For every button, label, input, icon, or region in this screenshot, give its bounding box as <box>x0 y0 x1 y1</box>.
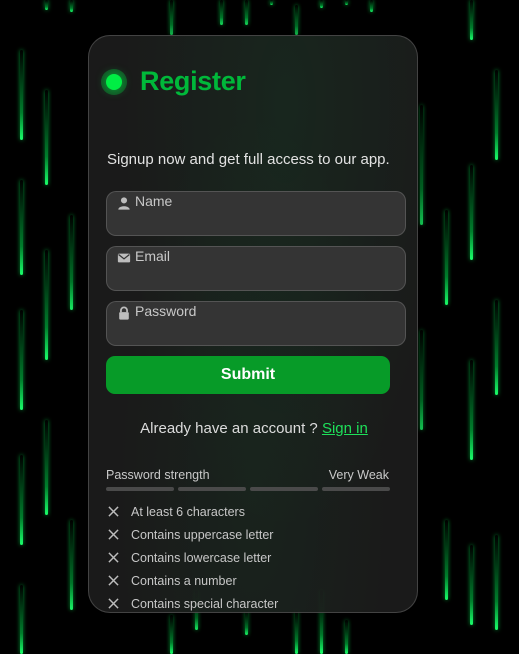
page-title: Register <box>140 66 246 96</box>
lock-icon <box>119 306 129 320</box>
register-card: Register Signup now and get full access … <box>88 35 418 613</box>
rain-streak <box>170 615 173 654</box>
signin-row: Already have an account ? Sign in <box>89 420 417 437</box>
email-field[interactable]: Email <box>106 246 406 291</box>
signin-prompt: Already have an account ? <box>140 420 318 437</box>
name-field[interactable]: Name <box>106 191 406 236</box>
password-input[interactable] <box>117 322 395 344</box>
rain-streak <box>495 535 498 630</box>
password-criteria-list: At least 6 characters Contains uppercase… <box>108 500 398 612</box>
criterion-label: Contains lowercase letter <box>131 550 272 565</box>
rain-streak <box>20 180 23 275</box>
criterion-item: Contains lowercase letter <box>108 546 398 569</box>
status-dot-icon <box>106 73 122 90</box>
rain-streak <box>245 0 248 25</box>
rain-streak <box>45 420 48 515</box>
criterion-label: At least 6 characters <box>131 504 245 519</box>
password-strength-meter <box>106 487 390 491</box>
rain-streak <box>470 0 473 40</box>
x-icon <box>108 529 119 540</box>
rain-streak <box>445 210 448 305</box>
criterion-item: Contains special character <box>108 592 398 612</box>
email-input[interactable] <box>117 267 395 289</box>
password-strength-value: Very Weak <box>328 468 389 482</box>
password-field[interactable]: Password <box>106 301 406 346</box>
rain-streak <box>70 215 73 310</box>
strength-segment-4 <box>322 487 390 491</box>
rain-streak <box>470 165 473 260</box>
name-field-label: Name <box>135 193 173 209</box>
password-field-label: Password <box>135 303 197 319</box>
rain-streak <box>70 520 73 610</box>
signin-link[interactable]: Sign in <box>322 420 368 437</box>
rain-streak <box>45 90 48 185</box>
rain-streak <box>20 310 23 410</box>
rain-streak <box>470 545 473 625</box>
rain-streak <box>495 70 498 160</box>
criterion-label: Contains special character <box>131 596 279 611</box>
rain-streak <box>20 455 23 545</box>
criterion-item: Contains uppercase letter <box>108 523 398 546</box>
rain-streak <box>45 0 48 10</box>
matrix-background: Register Signup now and get full access … <box>0 0 519 654</box>
submit-button[interactable]: Submit <box>106 356 390 394</box>
rain-streak <box>170 0 173 35</box>
rain-streak <box>320 0 323 8</box>
rain-streak <box>70 0 73 12</box>
criterion-item: At least 6 characters <box>108 500 398 523</box>
x-icon <box>108 552 119 563</box>
rain-streak <box>295 610 298 654</box>
rain-streak <box>345 0 348 5</box>
x-icon <box>108 506 119 517</box>
name-input[interactable] <box>117 212 395 234</box>
user-icon <box>118 197 130 210</box>
rain-streak <box>495 300 498 395</box>
x-icon <box>108 575 119 586</box>
rain-streak <box>370 0 373 12</box>
criterion-item: Contains a number <box>108 569 398 592</box>
email-field-label: Email <box>135 248 171 264</box>
strength-segment-3 <box>250 487 318 491</box>
rain-streak <box>220 0 223 25</box>
title-row: Register <box>102 66 246 97</box>
password-strength-row: Password strength Very Weak <box>106 468 389 482</box>
rain-streak <box>245 610 248 635</box>
criterion-label: Contains a number <box>131 573 237 588</box>
password-strength-label: Password strength <box>106 468 210 482</box>
mail-icon <box>117 253 131 263</box>
rain-streak <box>470 360 473 460</box>
rain-streak <box>270 0 273 5</box>
x-icon <box>108 598 119 609</box>
rain-streak <box>20 585 23 654</box>
rain-streak <box>295 5 298 35</box>
rain-streak <box>45 250 48 360</box>
rain-streak <box>445 520 448 600</box>
form-subtitle: Signup now and get full access to our ap… <box>107 151 390 168</box>
rain-streak <box>345 620 348 654</box>
rain-streak <box>420 105 423 225</box>
rain-streak <box>420 330 423 430</box>
strength-segment-2 <box>178 487 246 491</box>
rain-streak <box>20 50 23 140</box>
strength-segment-1 <box>106 487 174 491</box>
criterion-label: Contains uppercase letter <box>131 527 274 542</box>
